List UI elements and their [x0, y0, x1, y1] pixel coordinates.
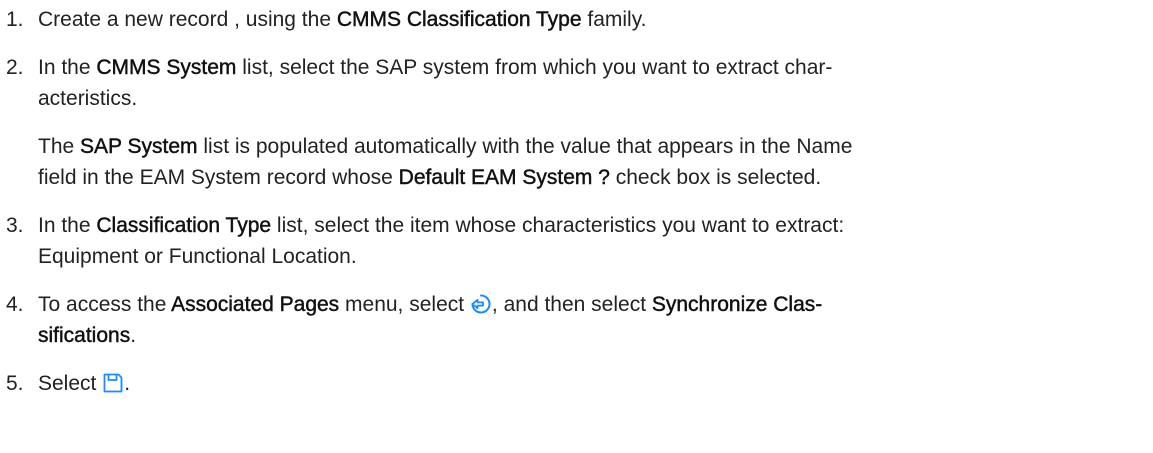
note-text: list is populated automatically with the…	[197, 135, 853, 158]
step-number: 4.	[6, 293, 24, 316]
step-text: .	[124, 372, 131, 395]
step-text: family.	[581, 8, 647, 31]
step-text: menu, select	[339, 293, 470, 316]
field-name-cmms-system: CMMS System	[96, 56, 237, 79]
steps-list: 1. Create a new record , using the CMMS …	[0, 4, 1153, 399]
save-icon[interactable]	[102, 372, 124, 394]
step-4: 4. To access the Associated Pages menu, …	[0, 289, 1148, 351]
step-text: , and then select	[491, 293, 652, 316]
step-number: 5.	[6, 372, 24, 395]
step-text: In the	[38, 214, 97, 237]
family-name: CMMS Classification Type	[336, 8, 582, 31]
step-number: 3.	[6, 214, 24, 237]
step-2: 2. In the CMMS System list, select the S…	[0, 52, 1148, 193]
field-name-classification-type: Classification Type	[96, 214, 272, 237]
step-text: To access the	[38, 293, 172, 316]
step-note: The SAP System list is populated automat…	[38, 131, 1148, 193]
command-name-synchronize: Synchronize Clas-	[651, 293, 823, 316]
field-name-sap-system: SAP System	[80, 135, 198, 158]
step-text: Select	[38, 372, 103, 395]
step-5: 5. Select .	[0, 368, 1148, 399]
procedure-page: 1. Create a new record , using the CMMS …	[0, 0, 1153, 453]
field-name-default-eam-system: Default EAM System ?	[398, 166, 610, 189]
step-text: .	[130, 324, 137, 347]
step-text: In the	[38, 56, 97, 79]
command-name-synchronize-cont: sifications	[38, 324, 131, 347]
note-text: check box is selected.	[609, 166, 822, 189]
note-text: field in the EAM System record whose	[38, 166, 399, 189]
step-text: Create a new record , using the	[38, 8, 337, 31]
associated-pages-icon[interactable]	[470, 293, 492, 315]
step-text: list, select the item whose characterist…	[271, 214, 845, 237]
step-text: acteristics.	[38, 87, 138, 110]
menu-name-associated-pages: Associated Pages	[171, 293, 340, 316]
step-text: Equipment or Functional Location.	[38, 245, 357, 268]
step-number: 2.	[6, 56, 24, 79]
step-text: list, select the SAP system from which y…	[236, 56, 833, 79]
step-number: 1.	[6, 8, 24, 31]
note-text: The	[38, 135, 81, 158]
step-3: 3. In the Classification Type list, sele…	[0, 210, 1148, 272]
step-1: 1. Create a new record , using the CMMS …	[0, 4, 1148, 35]
